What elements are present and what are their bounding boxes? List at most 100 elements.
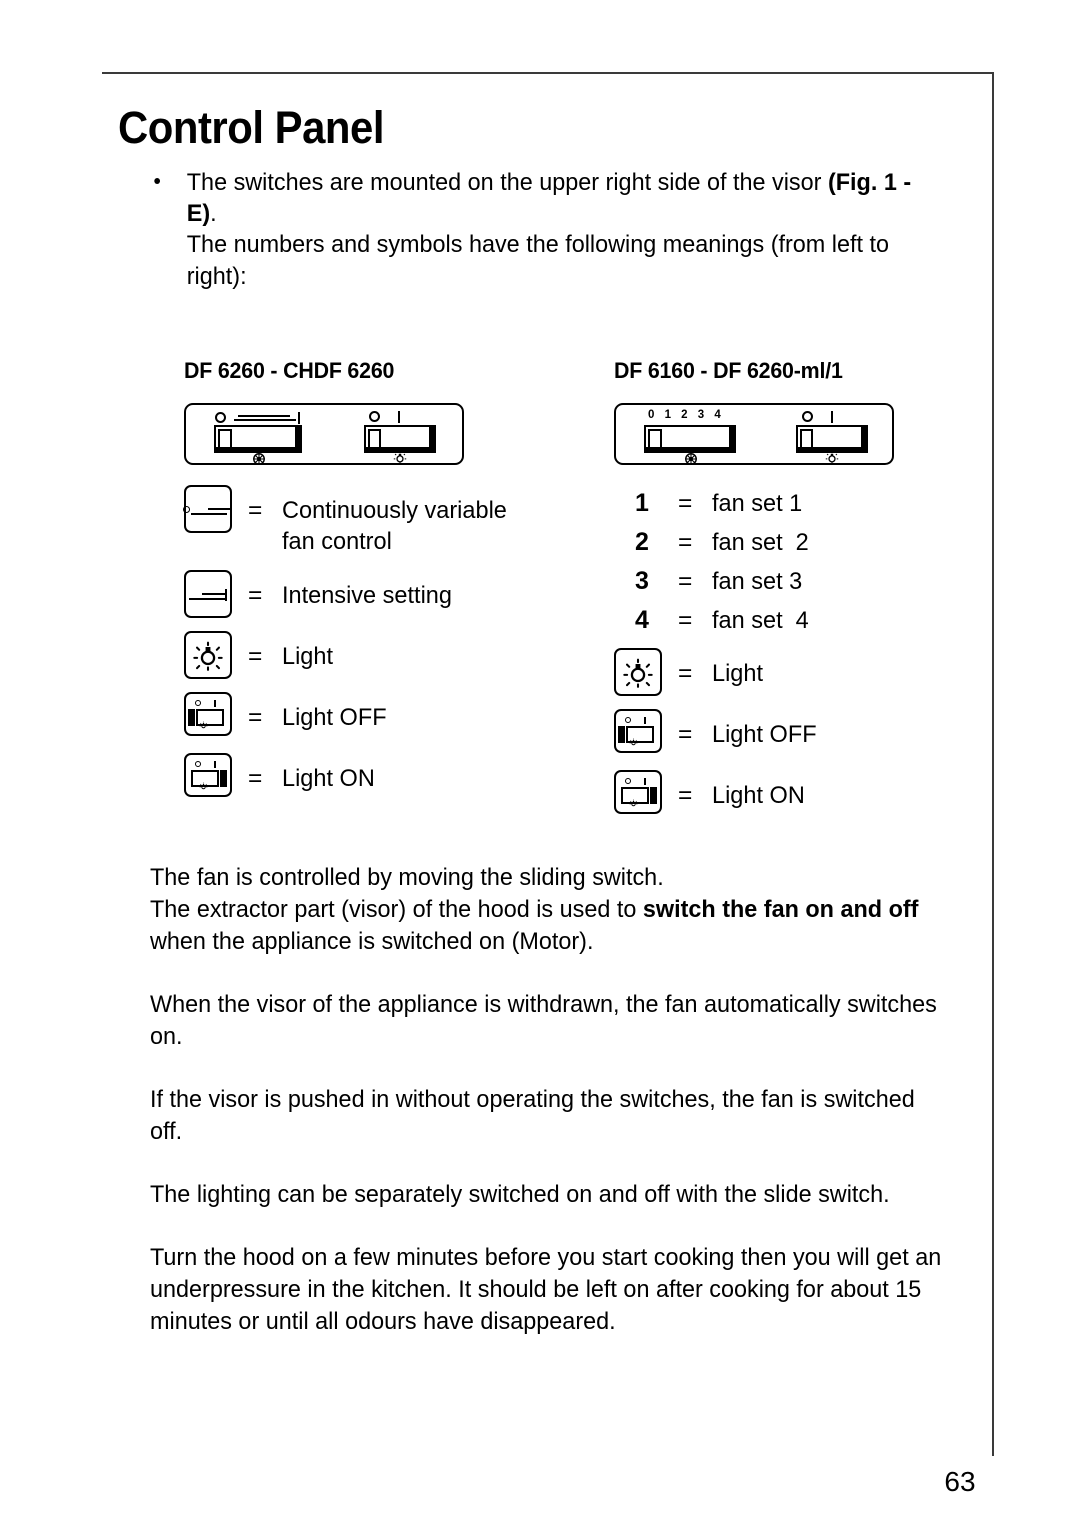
fan-set-label: fan set 3 <box>712 568 803 595</box>
intensive-setting-icon <box>184 570 232 619</box>
body-text-a: The extractor part (visor) of the hood i… <box>150 895 643 923</box>
equals-sign: = <box>248 704 263 732</box>
panel-body <box>184 403 464 465</box>
fan-slider-switch[interactable] <box>214 425 302 453</box>
fan-slider-knob[interactable] <box>218 429 232 449</box>
light-slider-switch[interactable] <box>796 425 868 453</box>
legend-label: Intensive setting <box>282 582 452 610</box>
fan-set-number: 3 <box>635 567 649 595</box>
legend-row: = Light ON <box>184 753 604 801</box>
intensive-line-2 <box>202 593 226 596</box>
legend-symbol-cell <box>184 753 248 798</box>
equals-sign: = <box>678 529 693 556</box>
paragraph-hood-usage-tip: Turn the hood on a few minutes before yo… <box>150 1243 942 1335</box>
mini-switch-knob <box>188 709 195 727</box>
intro-bullet-line-2: The numbers and symbols have the followi… <box>186 231 890 290</box>
paragraph-lighting-switch: The lighting can be separately switched … <box>150 1180 890 1208</box>
off-marker-o-icon <box>215 412 226 423</box>
fan-slider-shade-bottom <box>216 447 300 451</box>
legend-symbol-cell <box>614 709 678 753</box>
fan-set-row: 3 = fan set 3 <box>614 567 994 599</box>
legend-label: Light ON <box>282 765 375 793</box>
page-top-rule <box>102 72 993 74</box>
mini-switch-knob <box>618 726 625 743</box>
light-on-switch-icon <box>614 770 662 814</box>
legend-column-left: DF 6260 - CHDF 6260 = Continuously varia… <box>183 358 604 814</box>
legend-symbol-cell <box>183 485 248 533</box>
fan-slider-knob[interactable] <box>648 429 662 449</box>
legend-row: = Light <box>614 648 994 696</box>
mini-off-marker-o-icon <box>625 778 631 784</box>
fan-ramp-line-2 <box>208 508 230 510</box>
equals-sign: = <box>678 782 693 809</box>
light-slider-knob[interactable] <box>800 429 813 449</box>
mini-off-marker-o-icon <box>625 717 631 723</box>
equals-sign: = <box>248 643 263 671</box>
light-on-switch-icon <box>184 753 232 798</box>
body-text: The fan is controlled by moving the slid… <box>150 862 952 1338</box>
legend-symbol-cell <box>184 692 248 737</box>
equals-sign: = <box>678 568 693 595</box>
fan-set-label: fan set 4 <box>712 607 809 634</box>
intro-text-a: The switches are mounted on the upper ri… <box>186 169 828 197</box>
fan-icon <box>685 453 697 465</box>
intro-text-c: . <box>210 200 217 228</box>
equals-sign: = <box>248 582 263 610</box>
light-slider-switch[interactable] <box>364 425 436 453</box>
mini-on-marker-i-icon <box>644 778 646 785</box>
intensive-line-1 <box>189 598 225 601</box>
sun-bulb-icon <box>623 658 653 688</box>
legend-label: Continuously variable fan control <box>282 497 507 555</box>
speed-dash-2 <box>234 419 296 421</box>
legend-symbol-cell <box>184 631 248 680</box>
fan-set-row: 2 = fan set 2 <box>614 528 994 560</box>
legend-label: Light OFF <box>712 721 817 748</box>
mini-on-marker-i-icon <box>214 700 216 708</box>
model-heading-right: DF 6160 - DF 6260-ml/1 <box>614 358 843 383</box>
mini-lamp-icon <box>629 738 638 746</box>
legend-row: = Continuously variable fan control <box>183 485 604 557</box>
fan-slider-switch[interactable] <box>644 425 736 453</box>
speed-dash-1 <box>238 415 290 417</box>
legend-row: = Light OFF <box>184 692 604 740</box>
equals-sign: = <box>248 765 263 793</box>
continuously-variable-fan-icon <box>183 485 232 533</box>
page-number: 63 <box>944 1466 976 1497</box>
equals-sign: = <box>678 721 693 748</box>
legend-row: = Intensive setting <box>184 570 604 619</box>
fan-set-number: 2 <box>635 528 649 556</box>
light-off-switch-icon <box>614 709 662 753</box>
equals-sign: = <box>678 607 693 634</box>
light-slider-knob[interactable] <box>368 429 381 449</box>
paragraph-fan-control-line1: The fan is controlled by moving the slid… <box>150 864 664 891</box>
intensive-tick <box>225 589 227 602</box>
page-title: Control Panel <box>118 102 385 153</box>
light-icon <box>184 631 232 680</box>
legend-label: Light <box>712 660 764 687</box>
body-text-c: when the appliance is switched on (Motor… <box>150 927 594 955</box>
equals-sign: = <box>248 497 263 524</box>
control-panel-drawing-df6260 <box>184 403 604 465</box>
mini-switch-knob <box>220 770 227 788</box>
intro-bullet-line-1: The switches are mounted on the upper ri… <box>187 167 940 229</box>
light-icon <box>614 648 662 696</box>
mini-on-marker-i-icon <box>644 717 646 724</box>
paragraph-fan-control-line2: The extractor part (visor) of the hood i… <box>150 894 952 958</box>
paragraph-visor-pushed-in: If the visor is pushed in without operat… <box>150 1085 915 1145</box>
legend-symbol-cell <box>614 770 678 814</box>
fan-set-number: 1 <box>635 489 649 517</box>
legend-symbol-cell <box>184 570 248 619</box>
mini-switch-knob <box>650 787 657 804</box>
fan-set-number: 4 <box>635 606 649 634</box>
fan-icon <box>253 453 265 465</box>
fan-speed-scale-labels: 0 1 2 3 4 <box>648 409 725 421</box>
max-marker-i-icon <box>298 412 300 424</box>
fan-set-rows: 1 = fan set 1 2 = fan set 2 3 = fan set … <box>614 489 994 818</box>
light-off-marker-o-icon <box>369 411 380 422</box>
light-on-marker-i-icon <box>398 411 400 423</box>
mini-lamp-icon <box>199 782 208 790</box>
legend-label: Light <box>282 643 334 671</box>
fan-set-row: 1 = fan set 1 <box>614 489 994 521</box>
fan-set-row: 4 = fan set 4 <box>614 606 994 638</box>
mini-on-marker-i-icon <box>214 761 216 769</box>
